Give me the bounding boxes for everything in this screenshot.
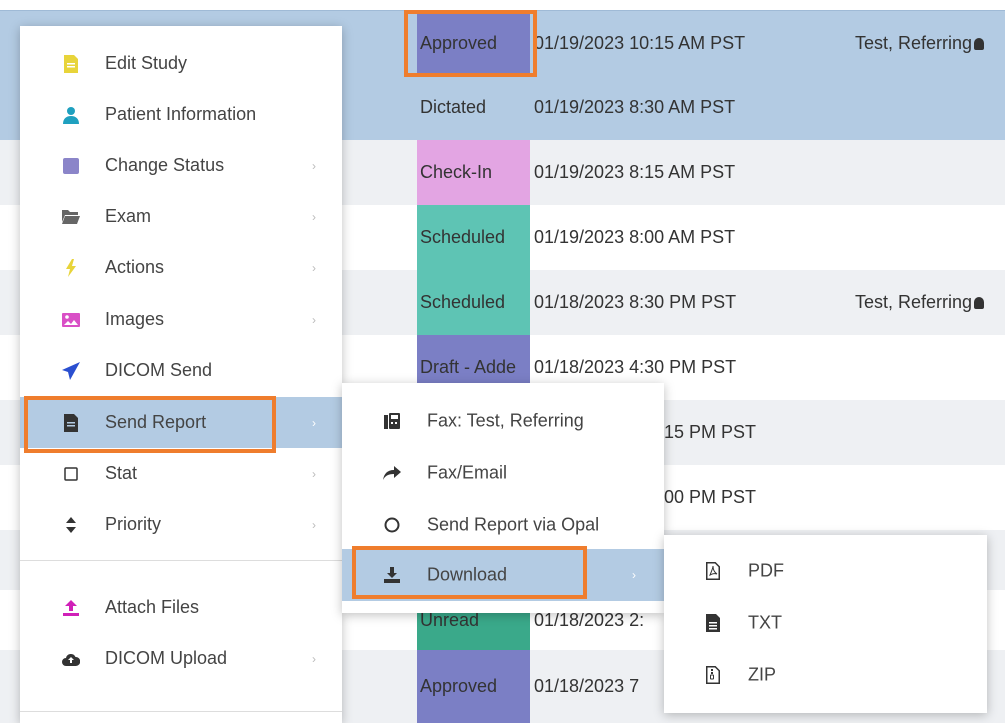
download-icon bbox=[382, 565, 402, 585]
zip-file-icon bbox=[704, 665, 722, 685]
circle-icon bbox=[382, 515, 402, 535]
download-submenu: PDF TXT ZIP bbox=[664, 535, 987, 713]
edit-study-icon bbox=[62, 54, 80, 73]
study-date: 01/18/2023 7 bbox=[534, 676, 640, 696]
download-item-label: ZIP bbox=[748, 664, 777, 685]
menu-item-label: Priority bbox=[105, 514, 162, 534]
status-badge: Approved bbox=[417, 650, 530, 723]
download-item-zip[interactable]: ZIP bbox=[664, 649, 987, 701]
user-icon bbox=[974, 297, 985, 310]
chevron-right-icon: › bbox=[312, 312, 316, 327]
menu-item-label: DICOM Send bbox=[105, 360, 213, 380]
chevron-right-icon: › bbox=[312, 158, 316, 173]
menu-item-label: Attach Files bbox=[105, 597, 200, 617]
menu-divider bbox=[20, 560, 342, 561]
referring-name: Test, Referring bbox=[855, 33, 973, 53]
study-date: 01/19/2023 8:30 AM PST bbox=[534, 97, 736, 117]
report-icon bbox=[62, 413, 80, 432]
menu-item-label: Change Status bbox=[105, 155, 225, 175]
menu-item-label: Exam bbox=[105, 206, 152, 226]
status-badge: Scheduled bbox=[417, 205, 530, 270]
study-date: 01/18/2023 8:30 PM PST bbox=[534, 292, 737, 312]
referring-name: Test, Referring bbox=[855, 292, 973, 312]
submenu-item-label: Fax/Email bbox=[427, 462, 508, 483]
patient-icon bbox=[62, 106, 80, 124]
menu-divider bbox=[20, 711, 342, 712]
sort-icon bbox=[62, 516, 80, 534]
menu-item-send-report[interactable]: Send Report › bbox=[20, 397, 342, 448]
referring-physician: Test, Referring bbox=[855, 11, 985, 76]
menu-item-change-status[interactable]: Change Status › bbox=[20, 140, 342, 191]
txt-file-icon bbox=[704, 613, 722, 633]
chevron-right-icon: › bbox=[312, 651, 316, 666]
checkbox-icon bbox=[62, 465, 80, 483]
download-item-txt[interactable]: TXT bbox=[664, 597, 987, 649]
study-date: 00 PM PST bbox=[664, 487, 757, 507]
chevron-right-icon: › bbox=[312, 260, 316, 275]
menu-item-label: Send Report bbox=[105, 412, 207, 432]
menu-item-dicom-upload[interactable]: DICOM Upload › bbox=[20, 633, 342, 684]
study-date: 01/19/2023 10:15 AM PST bbox=[534, 33, 746, 53]
study-date: 01/19/2023 8:00 AM PST bbox=[534, 227, 736, 247]
chevron-right-icon: › bbox=[312, 209, 316, 224]
status-badge: Check-In bbox=[417, 140, 530, 205]
submenu-item-label: Send Report via Opal bbox=[427, 514, 600, 535]
submenu-item-send-via-opal[interactable]: Send Report via Opal bbox=[342, 499, 664, 551]
chevron-right-icon: › bbox=[312, 466, 316, 481]
menu-item-label: Stat bbox=[105, 463, 138, 483]
status-square-icon bbox=[62, 157, 80, 175]
menu-item-priority[interactable]: Priority › bbox=[20, 499, 342, 550]
menu-item-label: Patient Information bbox=[105, 104, 257, 124]
upload-icon bbox=[62, 599, 80, 617]
download-item-pdf[interactable]: PDF bbox=[664, 545, 987, 597]
pdf-file-icon bbox=[704, 561, 722, 581]
menu-item-label: Images bbox=[105, 309, 165, 329]
download-item-label: PDF bbox=[748, 560, 784, 581]
menu-item-label: Edit Study bbox=[105, 53, 188, 73]
context-menu: Edit Study Patient Information Change St… bbox=[20, 26, 342, 723]
menu-item-dicom-send[interactable]: DICOM Send bbox=[20, 345, 342, 396]
fax-icon bbox=[382, 411, 402, 431]
chevron-right-icon: › bbox=[312, 517, 316, 532]
lightning-icon bbox=[62, 258, 80, 277]
chevron-right-icon: › bbox=[312, 415, 316, 430]
user-icon bbox=[974, 38, 985, 51]
menu-item-attach-files[interactable]: Attach Files bbox=[20, 582, 342, 633]
menu-item-label: DICOM Upload bbox=[105, 648, 228, 668]
study-date: 15 PM PST bbox=[664, 422, 757, 442]
image-icon bbox=[62, 311, 80, 329]
menu-item-exam[interactable]: Exam › bbox=[20, 191, 342, 242]
submenu-item-download[interactable]: Download › bbox=[342, 549, 664, 601]
menu-item-stat[interactable]: Stat › bbox=[20, 448, 342, 499]
paper-plane-icon bbox=[62, 361, 80, 380]
status-badge: Scheduled bbox=[417, 270, 530, 335]
status-badge: Dictated bbox=[417, 75, 530, 140]
submenu-item-label: Fax: Test, Referring bbox=[427, 410, 584, 431]
share-arrow-icon bbox=[382, 463, 402, 483]
submenu-item-fax-referring[interactable]: Fax: Test, Referring bbox=[342, 395, 664, 447]
menu-item-edit-study[interactable]: Edit Study bbox=[20, 38, 342, 89]
send-report-submenu: Fax: Test, Referring Fax/Email Send Repo… bbox=[342, 383, 664, 613]
menu-item-actions[interactable]: Actions › bbox=[20, 242, 342, 293]
status-badge: Approved bbox=[417, 11, 530, 76]
submenu-item-fax-email[interactable]: Fax/Email bbox=[342, 447, 664, 499]
download-item-label: TXT bbox=[748, 612, 782, 633]
referring-physician: Test, Referring bbox=[855, 270, 985, 335]
menu-item-label: Actions bbox=[105, 257, 165, 277]
cloud-upload-icon bbox=[62, 650, 80, 668]
menu-item-images[interactable]: Images › bbox=[20, 294, 342, 345]
folder-icon bbox=[62, 208, 80, 226]
study-date: 01/19/2023 8:15 AM PST bbox=[534, 162, 736, 182]
chevron-right-icon: › bbox=[632, 568, 636, 582]
menu-item-patient-information[interactable]: Patient Information bbox=[20, 89, 342, 140]
submenu-item-label: Download bbox=[427, 564, 508, 585]
